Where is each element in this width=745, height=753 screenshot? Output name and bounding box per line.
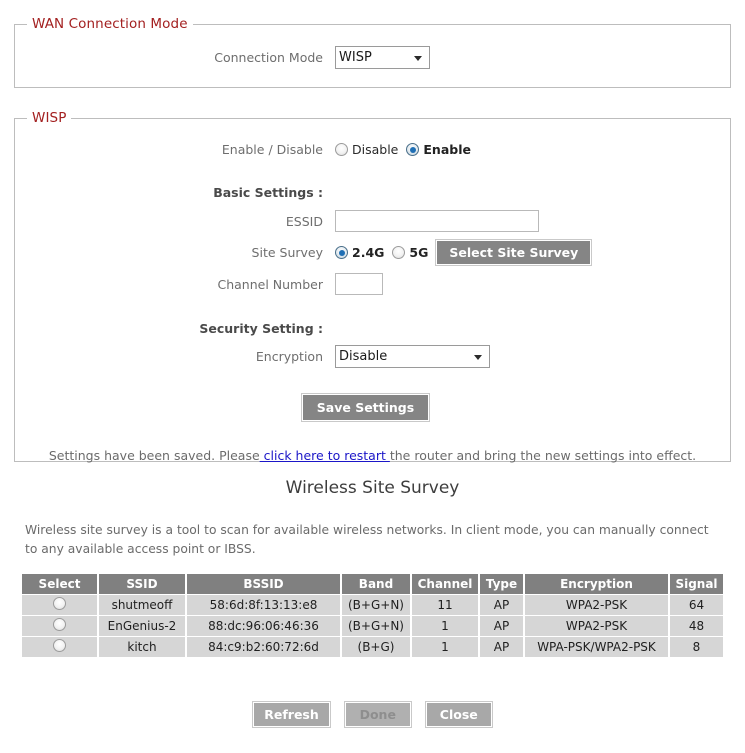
disable-radio[interactable] [335,143,348,156]
row-signal: 48 [668,615,723,637]
select-site-survey-button[interactable]: Select Site Survey [435,239,593,266]
connection-mode-select[interactable]: WISP [335,46,430,69]
row-select-radio[interactable] [53,617,66,631]
row-encryption: WPA2-PSK [523,594,670,616]
table-row[interactable]: EnGenius-2 88:dc:96:06:46:36 (B+G+N) 1 A… [22,615,723,637]
table-header-row: Select SSID BSSID Band Channel Type Encr… [22,574,723,595]
column-header-bssid: BSSID [185,574,342,595]
row-select-cell[interactable] [22,594,99,616]
row-signal: 8 [668,636,723,658]
band-5g-radio-item[interactable]: 5G [392,245,428,260]
row-select-radio[interactable] [53,638,66,652]
row-band: (B+G) [340,636,412,658]
channel-number-input[interactable] [335,273,383,295]
refresh-button[interactable]: Refresh [252,701,331,728]
row-signal: 64 [668,594,723,616]
connection-mode-label: Connection Mode [214,50,323,65]
row-ssid: EnGenius-2 [97,615,187,637]
column-header-encryption: Encryption [523,574,670,595]
row-encryption: WPA-PSK/WPA2-PSK [523,636,670,658]
essid-label: ESSID [285,213,323,229]
disable-radio-label: Disable [352,142,399,157]
row-type: AP [478,594,525,616]
row-select-radio[interactable] [53,596,66,610]
table-row[interactable]: shutmeoff 58:6d:8f:13:13:e8 (B+G+N) 11 A… [22,594,723,616]
encryption-select-wrapper: Disable [335,345,490,368]
row-encryption: WPA2-PSK [523,615,670,637]
row-ssid: shutmeoff [97,594,187,616]
band-24g-radio[interactable] [335,246,348,259]
row-ssid: kitch [97,636,187,658]
enable-radio-item[interactable]: Enable [406,142,471,157]
wisp-panel: WISP Enable / Disable Disable Enable Bas… [14,110,731,463]
encryption-select[interactable]: Disable [335,345,490,368]
row-channel: 11 [410,594,480,616]
row-bssid: 88:dc:96:06:46:36 [185,615,342,637]
security-setting-heading: Security Setting : [199,321,323,336]
band-24g-radio-item[interactable]: 2.4G [335,245,384,260]
row-bssid: 58:6d:8f:13:13:e8 [185,594,342,616]
survey-description: Wireless site survey is a tool to scan f… [25,523,709,556]
status-suffix: the router and bring the new settings in… [389,448,697,463]
site-survey-table: Select SSID BSSID Band Channel Type Encr… [22,574,723,658]
site-survey-label: Site Survey [251,245,323,260]
band-5g-radio[interactable] [392,246,406,259]
column-header-type: Type [478,574,525,595]
row-type: AP [478,615,525,637]
table-row[interactable]: kitch 84:c9:b2:60:72:6d (B+G) 1 AP WPA-P… [22,636,723,658]
channel-number-label: Channel Number [217,276,323,292]
save-settings-button[interactable]: Save Settings [300,393,431,422]
enable-radio[interactable] [406,143,420,156]
band-5g-label: 5G [409,245,429,260]
survey-button-row: Refresh Done Close [0,701,745,728]
column-header-select: Select [22,574,99,595]
restart-router-link[interactable]: click here to restart [260,448,390,463]
row-select-cell[interactable] [22,615,99,637]
survey-title: Wireless Site Survey [285,478,460,498]
essid-input[interactable] [335,210,539,232]
wisp-settings-page: WAN Connection Mode Connection Mode WISP… [0,0,745,753]
row-band: (B+G+N) [340,594,412,616]
row-channel: 1 [410,615,480,637]
band-24g-label: 2.4G [352,245,385,260]
save-status-message: Settings have been saved. Please click h… [15,448,730,463]
done-button: Done [343,701,412,728]
column-header-channel: Channel [410,574,480,595]
enable-disable-label: Enable / Disable [221,142,323,157]
column-header-ssid: SSID [97,574,187,595]
row-type: AP [478,636,525,658]
column-header-signal: Signal [668,574,723,595]
row-band: (B+G+N) [340,615,412,637]
disable-radio-item[interactable]: Disable [335,142,398,157]
row-select-cell[interactable] [22,636,99,658]
wan-panel-legend: WAN Connection Mode [32,16,188,32]
enable-radio-label: Enable [423,142,471,157]
basic-settings-heading: Basic Settings : [213,185,323,200]
column-header-band: Band [340,574,412,595]
wisp-panel-legend: WISP [32,110,67,126]
encryption-label: Encryption [255,349,323,364]
connection-mode-select-wrapper: WISP [335,46,430,69]
row-bssid: 84:c9:b2:60:72:6d [185,636,342,658]
row-channel: 1 [410,636,480,658]
close-button[interactable]: Close [424,701,493,728]
status-prefix: Settings have been saved. Please [48,448,260,463]
wan-connection-mode-panel: WAN Connection Mode Connection Mode WISP [14,16,731,88]
